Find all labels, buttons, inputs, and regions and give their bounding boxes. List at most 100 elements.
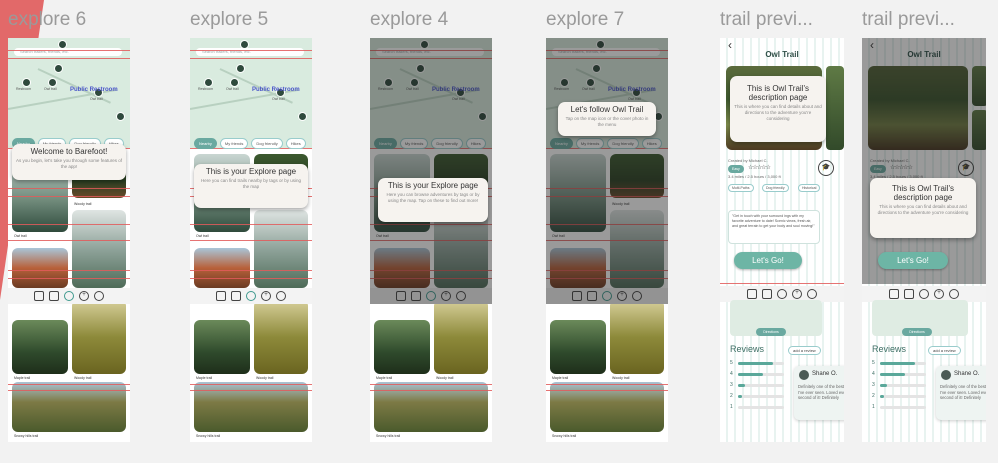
lets-go-button[interactable]: Let's Go! xyxy=(878,252,948,269)
search-icon[interactable] xyxy=(777,289,787,299)
home-icon[interactable] xyxy=(231,291,241,301)
map-place-label[interactable]: Public Restroom xyxy=(70,87,118,93)
frame-title-trail-preview-2[interactable]: trail previ... xyxy=(862,9,955,31)
explore-frame: Search trailers, friends, etc. Restroom Ow… xyxy=(8,38,130,442)
trail-quote: "Get in touch with your surround ings wi… xyxy=(728,210,820,244)
trail-title: Owl Trail xyxy=(765,50,799,59)
tag-chip[interactable]: Multi-Paths xyxy=(728,184,754,192)
rating-bar-fill xyxy=(738,361,773,365)
lets-go-button[interactable]: Let's Go! xyxy=(734,252,802,269)
plus-icon[interactable]: + xyxy=(934,289,944,299)
map-pin-icon[interactable] xyxy=(116,112,125,121)
rating-bar-fill xyxy=(738,383,745,387)
filter-chip[interactable]: Dog friendly xyxy=(251,138,283,149)
filter-chip[interactable]: Nearby xyxy=(194,138,217,149)
avatar xyxy=(941,370,951,380)
rating-bar-row: 2 xyxy=(872,393,926,399)
trail-photo[interactable] xyxy=(550,320,606,374)
add-review-button[interactable]: add a review xyxy=(788,346,821,355)
bottom-nav: + xyxy=(8,288,130,304)
rating-bar xyxy=(880,361,926,365)
rating-label: 4 xyxy=(872,371,875,377)
trail-name: Woody trail xyxy=(612,376,630,380)
map-place-label[interactable]: Public Restroom xyxy=(252,87,300,93)
filter-chip[interactable]: My friends xyxy=(219,138,249,149)
rating-bar-row: 2 xyxy=(730,393,784,399)
frame-title-trail-preview-1[interactable]: trail previ... xyxy=(720,9,813,31)
rating-bar xyxy=(738,372,784,376)
trail-photo[interactable] xyxy=(12,248,68,288)
rating-bar xyxy=(880,394,926,398)
home-icon[interactable] xyxy=(762,289,772,299)
map-pin-icon[interactable] xyxy=(204,78,213,87)
rating-bar xyxy=(738,405,784,409)
camera-icon[interactable] xyxy=(747,289,757,299)
rating-bar-fill xyxy=(738,372,764,376)
trail-photo[interactable] xyxy=(194,320,250,374)
map-pin-label: Owl trail xyxy=(272,97,285,101)
rating-bar xyxy=(880,372,926,376)
profile-icon[interactable] xyxy=(276,291,286,301)
map-pin-icon[interactable] xyxy=(298,112,307,121)
trail-photo[interactable] xyxy=(72,300,126,374)
directions-button[interactable]: Directions xyxy=(756,328,786,336)
map-pin-icon[interactable] xyxy=(236,64,245,73)
profile-icon[interactable] xyxy=(94,291,104,301)
add-review-button[interactable]: add a review xyxy=(928,346,961,355)
trail-photo[interactable] xyxy=(72,210,126,288)
camera-icon[interactable] xyxy=(216,291,226,301)
plus-icon[interactable]: + xyxy=(79,291,89,301)
rating-bar-row: 5 xyxy=(872,360,926,366)
profile-icon[interactable] xyxy=(807,289,817,299)
rating-bar-fill xyxy=(880,394,884,398)
plus-icon[interactable]: + xyxy=(792,289,802,299)
map-pin-icon[interactable] xyxy=(240,40,249,49)
search-icon[interactable] xyxy=(64,291,74,301)
onboarding-tooltip: Let's follow Owl Trail Tap on the map ico… xyxy=(558,102,656,136)
map-pin-label: Owl trail xyxy=(44,87,57,91)
explore-frame: Search trailers, friends, etc. Restroom Ow… xyxy=(546,38,668,442)
map-pin-icon[interactable] xyxy=(58,40,67,49)
map-pin-label: Owl trail xyxy=(226,87,239,91)
trail-photo[interactable] xyxy=(374,320,430,374)
trail-photo[interactable] xyxy=(610,300,664,374)
trail-photo[interactable] xyxy=(254,210,308,288)
search-icon[interactable] xyxy=(246,291,256,301)
trail-stats: 3.4 miles / 2.5 hours / 3,000 ft xyxy=(728,174,781,179)
map-pin-icon[interactable] xyxy=(230,78,239,87)
trail-photo[interactable] xyxy=(194,248,250,288)
map-pin-icon[interactable] xyxy=(54,64,63,73)
trail-side-photo[interactable] xyxy=(826,66,844,150)
rating-bar-row: 1 xyxy=(872,404,926,410)
frame-title-explore6[interactable]: explore 6 xyxy=(8,9,86,31)
camera-icon[interactable] xyxy=(889,289,899,299)
rating-bar-row: 1 xyxy=(730,404,784,410)
tag-chip[interactable]: Dog friendly xyxy=(762,184,789,192)
graduation-cap-icon[interactable]: 🎓 xyxy=(818,160,834,176)
difficulty-badge: Easy xyxy=(728,165,744,173)
frame-title-explore5[interactable]: explore 5 xyxy=(190,9,268,31)
trail-photo[interactable] xyxy=(12,320,68,374)
trail-photo[interactable] xyxy=(254,300,308,374)
tag-chip[interactable]: Historical xyxy=(798,184,821,192)
trail-photo[interactable] xyxy=(434,300,488,374)
home-icon[interactable] xyxy=(904,289,914,299)
trail-name: Woody trail xyxy=(74,202,92,206)
frame-title-explore7[interactable]: explore 7 xyxy=(546,9,624,31)
directions-button[interactable]: Directions xyxy=(902,328,932,336)
home-icon[interactable] xyxy=(49,291,59,301)
explore-map[interactable]: Search trailers, friends, etc. Restroom Ow… xyxy=(190,38,312,148)
review-text: Definitely one of the best trails I've e… xyxy=(940,384,986,401)
map-pin-icon[interactable] xyxy=(48,78,57,87)
map-pin-icon[interactable] xyxy=(22,78,31,87)
plus-icon[interactable]: + xyxy=(261,291,271,301)
profile-icon[interactable] xyxy=(949,289,959,299)
rating-bar xyxy=(880,383,926,387)
filter-chip[interactable]: Hikes xyxy=(285,138,306,149)
reviews-heading: Reviews xyxy=(730,344,765,354)
explore-map[interactable]: Search trailers, friends, etc. Restroom Ow… xyxy=(8,38,130,148)
search-icon[interactable] xyxy=(919,289,929,299)
frame-title-explore4[interactable]: explore 4 xyxy=(370,9,448,31)
trail-name: Maple trail xyxy=(196,376,213,380)
camera-icon[interactable] xyxy=(34,291,44,301)
